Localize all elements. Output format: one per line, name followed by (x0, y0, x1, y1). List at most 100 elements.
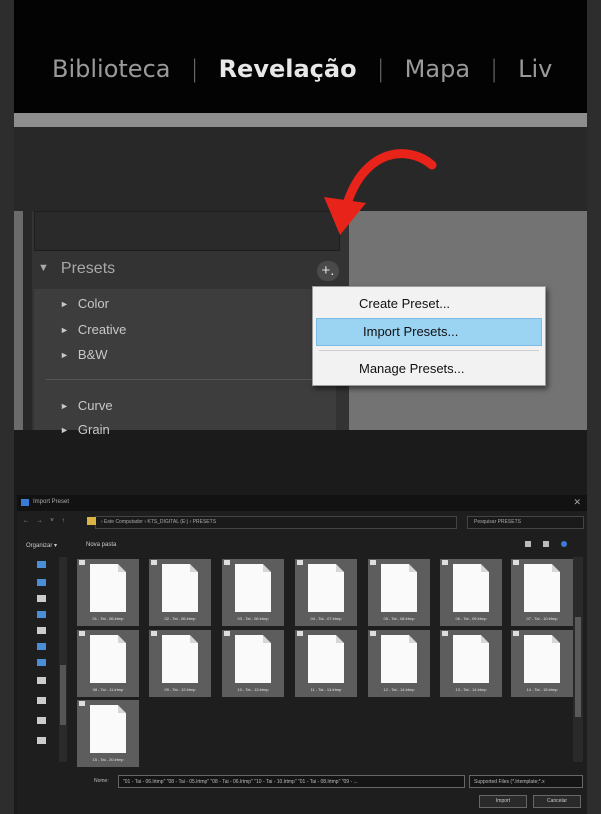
view-mode-icon[interactable] (525, 541, 531, 547)
nav-arrows-icon[interactable]: ← → ˅ ↑ (23, 518, 68, 524)
file-icon (308, 635, 344, 683)
file-icon (235, 635, 271, 683)
search-placeholder: Pesquisar PRESETS (474, 519, 521, 525)
preset-group-creative[interactable]: ► Creative (60, 322, 126, 337)
file-checkbox[interactable] (79, 631, 85, 636)
module-picker: Biblioteca | Revelação | Mapa | Liv (14, 0, 587, 113)
file-tile[interactable]: 08 - Tai - 11.lrtmp (77, 630, 139, 697)
cancel-button[interactable]: Cancelar (533, 795, 581, 808)
preset-group-grain[interactable]: ► Grain (60, 422, 110, 437)
file-name: 03 - Tai - 06.lrtmp (237, 616, 269, 621)
menu-item-manage-presets[interactable]: Manage Presets... (313, 356, 545, 382)
file-tile[interactable]: 15 - Tai - 20.lrtmp (77, 700, 139, 767)
close-icon[interactable]: ✕ (573, 497, 581, 508)
filetype-select[interactable]: Supported Files (*.lrtemplate;*.x (469, 775, 583, 788)
module-tabs: Biblioteca | Revelação | Mapa | Liv (52, 55, 552, 83)
file-checkbox[interactable] (79, 560, 85, 565)
file-checkbox[interactable] (370, 560, 376, 565)
scroll-thumb[interactable] (60, 665, 66, 725)
grid-scrollbar[interactable] (573, 557, 583, 762)
import-button[interactable]: Import (479, 795, 527, 808)
file-name: 12 - Tai - 14.lrtmp (383, 687, 415, 692)
file-name: 08 - Tai - 11.lrtmp (92, 687, 124, 692)
app-icon (21, 499, 29, 506)
file-tile[interactable]: 07 - Tai - 10.lrtmp (511, 559, 573, 626)
file-tile[interactable]: 10 - Tai - 13.lrtmp (222, 630, 284, 697)
tab-livro[interactable]: Liv (518, 55, 552, 83)
file-icon (381, 635, 417, 683)
preset-group-label: Curve (77, 398, 113, 413)
file-checkbox[interactable] (224, 631, 230, 636)
tab-biblioteca[interactable]: Biblioteca (52, 55, 170, 83)
preview-pane-icon[interactable] (543, 541, 549, 547)
filmstrip-divider (14, 113, 587, 127)
preset-group-curve[interactable]: ► Curve (60, 398, 113, 413)
file-icon (308, 564, 344, 612)
menu-item-label: Create Preset... (359, 296, 451, 311)
file-checkbox[interactable] (442, 560, 448, 565)
file-checkbox[interactable] (151, 631, 157, 636)
file-name: 05 - Tai - 08.lrtmp (383, 616, 415, 621)
develop-module-area: ▼ Presets +. ► Color ► Creative ► B&W ► Curve… (14, 127, 587, 437)
file-checkbox[interactable] (513, 560, 519, 565)
file-checkbox[interactable] (297, 560, 303, 565)
search-input[interactable]: Pesquisar PRESETS (467, 516, 584, 529)
videos-icon[interactable] (37, 659, 46, 666)
file-checkbox[interactable] (151, 560, 157, 565)
drive-icon[interactable] (37, 697, 46, 704)
file-checkbox[interactable] (442, 631, 448, 636)
new-folder-button[interactable]: Nova pasta (86, 542, 116, 548)
preset-group-list: ► Color ► Creative ► B&W ► Curve ► Grain (34, 289, 336, 437)
navigator-box (34, 211, 340, 251)
menu-item-label: Import Presets... (363, 324, 459, 339)
menu-item-create-preset[interactable]: Create Preset... (313, 291, 545, 317)
music-icon[interactable] (37, 643, 46, 650)
file-tile[interactable]: 03 - Tai - 06.lrtmp (222, 559, 284, 626)
organize-button[interactable]: Organizar ▾ (26, 542, 57, 549)
file-tile[interactable]: 05 - Tai - 08.lrtmp (368, 559, 430, 626)
file-tile[interactable]: 09 - Tai - 12.lrtmp (149, 630, 211, 697)
file-icon (524, 635, 560, 683)
file-tile[interactable]: 04 - Tai - 07.lrtmp (295, 559, 357, 626)
desktop-icon[interactable] (37, 579, 46, 586)
file-tile[interactable]: 06 - Tai - 09.lrtmp (440, 559, 502, 626)
file-checkbox[interactable] (79, 701, 85, 706)
presets-header[interactable]: ▼ Presets (38, 260, 115, 278)
preset-group-bw[interactable]: ► B&W (60, 347, 108, 362)
tab-revelacao[interactable]: Revelação (219, 55, 357, 83)
computer-icon[interactable] (37, 561, 46, 568)
menu-item-import-presets[interactable]: Import Presets... (316, 318, 542, 346)
scroll-thumb[interactable] (575, 617, 581, 717)
preset-group-color[interactable]: ► Color (60, 296, 109, 311)
file-checkbox[interactable] (370, 631, 376, 636)
import-preset-dialog: Import Preset ✕ ← → ˅ ↑ › Este Computado… (17, 495, 587, 814)
drive-icon[interactable] (37, 717, 46, 724)
downloads-icon[interactable] (37, 611, 46, 618)
preset-group-label: B&W (77, 347, 108, 362)
pictures-icon[interactable] (37, 627, 46, 634)
file-tile[interactable]: 13 - Tai - 14.lrtmp (440, 630, 502, 697)
help-icon[interactable] (561, 541, 567, 547)
file-tile[interactable]: 02 - Tai - 06.lrtmp (149, 559, 211, 626)
file-checkbox[interactable] (297, 631, 303, 636)
add-preset-button[interactable]: +. (317, 261, 339, 281)
filename-value: "01 - Tai - 06.lrtmp" "08 - Tai - 05.lrt… (123, 779, 358, 785)
file-checkbox[interactable] (513, 631, 519, 636)
filename-input[interactable]: "01 - Tai - 06.lrtmp" "08 - Tai - 05.lrt… (118, 775, 465, 788)
menu-item-label: Manage Presets... (359, 361, 465, 376)
file-name: 13 - Tai - 14.lrtmp (455, 687, 487, 692)
file-tile[interactable]: 14 - Tai - 15.lrtmp (511, 630, 573, 697)
drive-icon[interactable] (37, 677, 46, 684)
network-icon[interactable] (37, 737, 46, 744)
view-controls (513, 541, 573, 549)
file-tile[interactable]: 12 - Tai - 14.lrtmp (368, 630, 430, 697)
file-checkbox[interactable] (224, 560, 230, 565)
file-tile[interactable]: 11 - Tai - 14.lrtmp (295, 630, 357, 697)
nav-scrollbar[interactable] (59, 557, 67, 762)
documents-icon[interactable] (37, 595, 46, 602)
tab-mapa[interactable]: Mapa (405, 55, 470, 83)
dialog-buttons: Import Cancelar (17, 793, 587, 809)
expand-triangle-icon: ► (60, 299, 69, 309)
dialog-toolbar: Organizar ▾ Nova pasta (17, 533, 587, 557)
file-tile[interactable]: 01 - Tai - 06.lrtmp (77, 559, 139, 626)
